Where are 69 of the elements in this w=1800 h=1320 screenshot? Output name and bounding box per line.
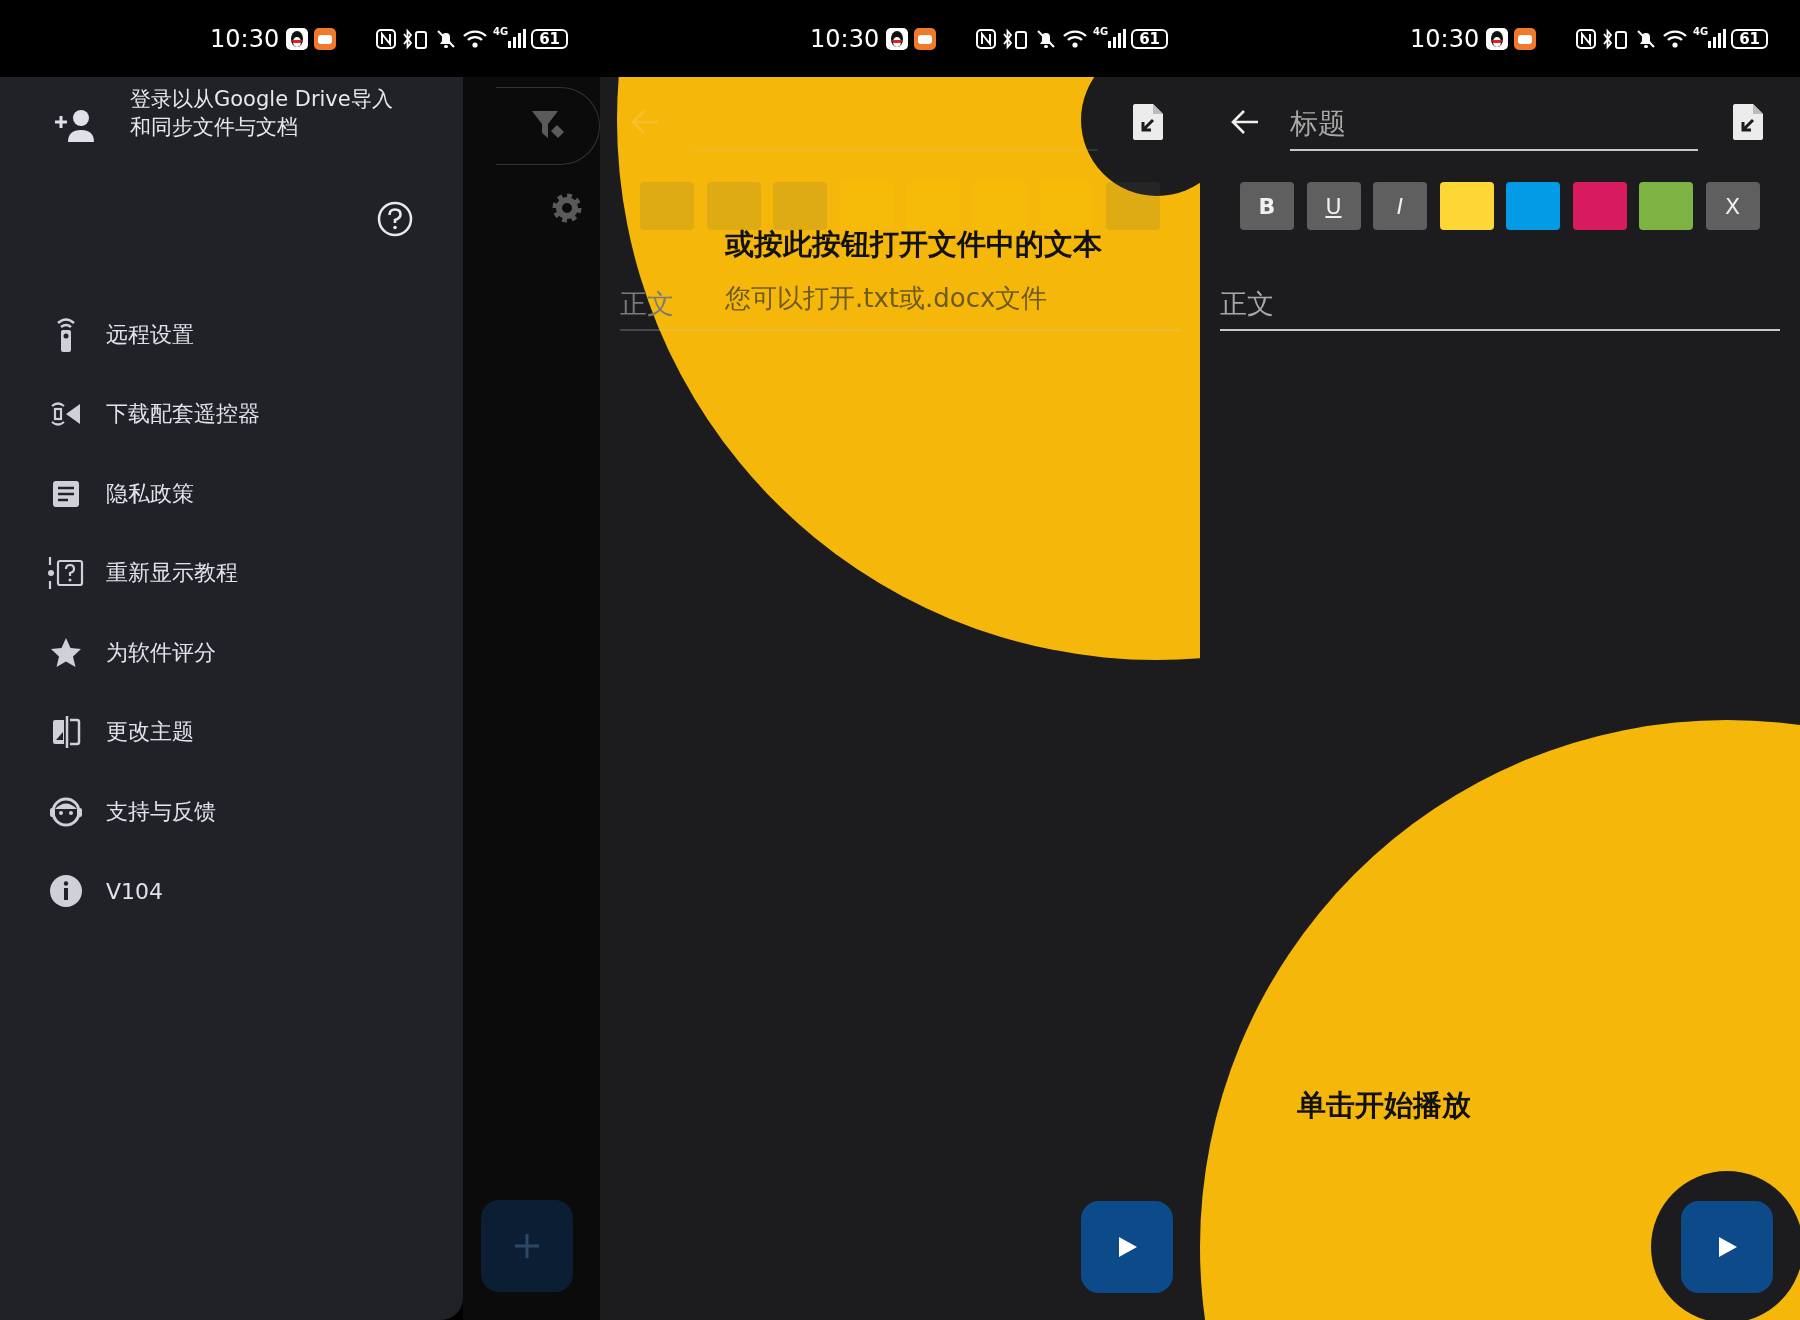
body-field[interactable]: 正文 [1220, 286, 1274, 322]
battery-level: 61 [1731, 28, 1768, 49]
underline-button[interactable]: U [1306, 182, 1361, 230]
play-button[interactable] [1681, 1201, 1773, 1293]
network-type: 4G [492, 25, 509, 37]
wifi-icon [461, 27, 488, 50]
color-swatch[interactable] [1572, 182, 1627, 230]
nfc-icon [374, 27, 397, 50]
clear-format-button[interactable]: X [1705, 182, 1760, 230]
file-import-icon[interactable] [1131, 102, 1165, 142]
menu-item-label[interactable]: 为软件评分 [106, 637, 216, 668]
italic-button[interactable]: I [1373, 182, 1427, 230]
wifi-icon [1661, 27, 1688, 50]
signal-icon [1708, 27, 1727, 50]
menu-item-label[interactable]: 远程设置 [106, 319, 194, 350]
menu-item-label[interactable]: 支持与反馈 [106, 796, 216, 827]
menu-item[interactable]: V104 [0, 851, 463, 931]
menu-item[interactable]: 为软件评分 [0, 613, 463, 693]
menu-item-label[interactable]: V104 [106, 878, 164, 904]
nfc-icon [974, 27, 997, 50]
menu-item-label[interactable]: 重新显示教程 [106, 558, 238, 589]
color-swatch[interactable] [1439, 182, 1494, 230]
gamepad-icon [1513, 26, 1538, 51]
menu-item-label[interactable]: 更改主题 [106, 717, 194, 748]
status-time: 10:30 [1410, 24, 1480, 53]
menu-item[interactable]: 重新显示教程 [0, 533, 463, 613]
bluetooth-vibrate-icon [401, 27, 430, 50]
clear-format-button[interactable] [1105, 182, 1160, 230]
tutorial-subtitle: 您可以打开.txt或.docx文件 [725, 282, 1048, 315]
menu-item-label[interactable]: 下载配套遥控器 [106, 399, 260, 430]
bell-off-icon [1034, 27, 1057, 50]
bell-off-icon [1634, 27, 1657, 50]
status-time: 10:30 [210, 24, 280, 53]
wifi-icon [1061, 27, 1088, 50]
add-button[interactable] [481, 1200, 573, 1292]
signal-icon [508, 27, 527, 50]
bluetooth-vibrate-icon [1001, 27, 1030, 50]
penguin-icon [285, 26, 310, 51]
menu-item[interactable]: 更改主题 [0, 692, 463, 772]
plus-icon [512, 1231, 542, 1261]
bell-off-icon [434, 27, 457, 50]
sign-in-prompt[interactable]: 登录以从Google Drive导入 和同步文件与文档 [130, 85, 393, 143]
gamepad-icon [913, 26, 938, 51]
menu-item[interactable]: 远程设置 [0, 295, 463, 375]
file-import-icon[interactable] [1731, 102, 1765, 142]
penguin-icon [885, 26, 910, 51]
nfc-icon [1574, 27, 1597, 50]
battery-level: 61 [531, 28, 568, 49]
help-icon[interactable] [377, 201, 413, 237]
color-swatch[interactable] [1506, 182, 1560, 230]
menu-item-label[interactable]: 隐私政策 [106, 478, 194, 509]
play-button[interactable] [1081, 1201, 1173, 1293]
network-type: 4G [1692, 25, 1709, 37]
network-type: 4G [1092, 25, 1109, 37]
status-time: 10:30 [810, 24, 880, 53]
gamepad-icon [313, 26, 338, 51]
menu-item[interactable]: 隐私政策 [0, 454, 463, 534]
menu-item[interactable]: 下载配套遥控器 [0, 374, 463, 454]
title-field[interactable]: 标题 [1290, 93, 1698, 151]
penguin-icon [1485, 26, 1510, 51]
tutorial-title: 或按此按钮打开文件中的文本 [725, 226, 1102, 263]
bluetooth-vibrate-icon [1601, 27, 1630, 50]
color-swatch[interactable] [1639, 182, 1693, 230]
settings-icon[interactable] [550, 191, 584, 225]
tutorial-title: 单击开始播放 [1297, 1087, 1471, 1124]
signal-icon [1108, 27, 1127, 50]
battery-level: 61 [1131, 28, 1168, 49]
menu-item[interactable]: 支持与反馈 [0, 772, 463, 852]
bold-button[interactable]: B [1240, 182, 1294, 230]
